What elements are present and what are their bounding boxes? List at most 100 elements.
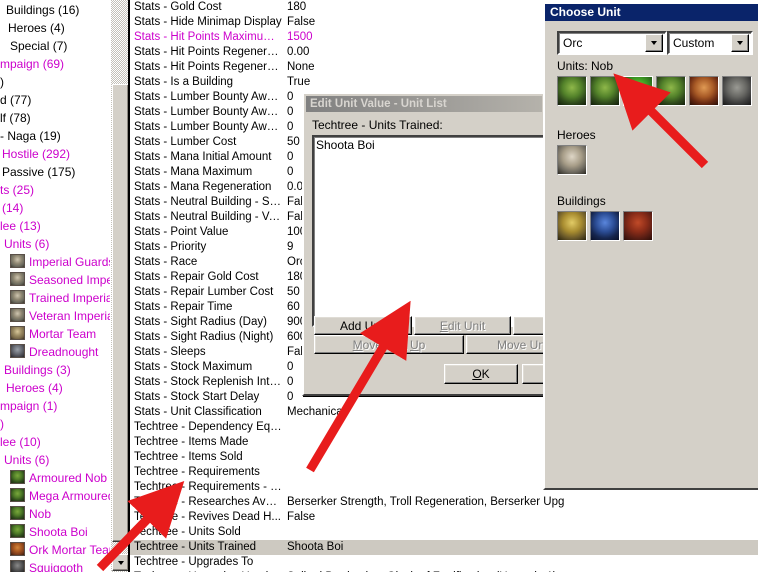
tree-item-mpaign-69[interactable]: mpaign (69) <box>0 54 112 72</box>
property-row[interactable]: Techtree - Units Trained Shoota Boi <box>130 540 758 555</box>
tree-item-lf-78[interactable]: lf (78) <box>0 108 112 126</box>
tree-item-imperial-guardsmen[interactable]: Imperial Guardsmen <box>0 252 112 270</box>
property-name: Stats - Race <box>134 256 198 268</box>
unit-portrait-orkmortar-icon <box>10 542 25 556</box>
property-name: Stats - Mana Initial Amount <box>134 151 272 163</box>
tree-item-hostile-292[interactable]: Hostile (292) <box>0 144 112 162</box>
tree-item-mpaign-1[interactable]: mpaign (1) <box>0 396 112 414</box>
property-name: Stats - Neutral Building - Sho... <box>134 196 282 208</box>
property-name: Stats - Stock Start Delay <box>134 391 260 403</box>
units-trained-label: Techtree - Units Trained: <box>312 118 443 132</box>
mega-armoured-nob-icon <box>591 77 619 105</box>
property-name: Techtree - Requirements - L... <box>134 481 282 493</box>
tree-item-label: Veteran Imperial Gu <box>29 308 112 323</box>
tree-item-14[interactable]: (14) <box>0 198 112 216</box>
ok-label: OK <box>472 367 490 381</box>
tree-item-ts-25[interactable]: ts (25) <box>0 180 112 198</box>
edit-unit-label: Edit Unit <box>439 318 486 333</box>
tree-item-passive-175[interactable]: Passive (175) <box>0 162 112 180</box>
tree-item-shoota-boi[interactable]: Shoota Boi <box>0 522 112 540</box>
tree-item-heroes-4[interactable]: Heroes (4) <box>0 18 112 36</box>
property-name: Stats - Hide Minimap Display <box>134 16 282 28</box>
property-name: Techtree - Items Sold <box>134 451 243 463</box>
edit-unit-value-titlebar: Edit Unit Value - Unit List <box>306 96 542 112</box>
tree-item-lee-13[interactable]: lee (13) <box>0 216 112 234</box>
unit-icon-ork-house[interactable] <box>623 211 653 241</box>
unit-portrait-squig-icon <box>10 560 25 572</box>
tree-item-label: Units (6) <box>4 452 50 467</box>
unit-icon-shoota-boi[interactable] <box>656 76 686 106</box>
property-row[interactable]: Techtree - Researches Avail... Berserker … <box>130 495 758 510</box>
property-name: Stats - Hit Points Maximum (... <box>134 31 282 43</box>
property-row[interactable]: Techtree - Revives Dead H... False <box>130 510 758 525</box>
unit-portrait-imperial-icon <box>10 308 25 322</box>
tree-item-buildings-16[interactable]: Buildings (16) <box>0 0 112 18</box>
unit-icon-ork-drop-zone[interactable] <box>557 211 587 241</box>
tree-item-label: Mortar Team <box>29 326 97 341</box>
tree-item-label: Imperial Guardsmen <box>29 254 112 269</box>
squiggoth-icon <box>723 77 751 105</box>
tree-item-nob[interactable]: Nob <box>0 504 112 522</box>
tree-item-buildings-3[interactable]: Buildings (3) <box>0 360 112 378</box>
tree-item-mega-armoured-no[interactable]: Mega Armoured No <box>0 486 112 504</box>
tree-item-squiggoth[interactable]: Squiggoth <box>0 558 112 572</box>
tree-item-armoured-nob[interactable]: Armoured Nob <box>0 468 112 486</box>
property-name: Stats - Lumber Bounty Awar... <box>134 106 282 118</box>
property-name: Techtree - Revives Dead H... <box>134 511 282 523</box>
property-name: Stats - Unit Classification <box>134 406 262 418</box>
ork-hero-icon <box>558 146 586 174</box>
move-unit-up-button[interactable]: Move Unit Up <box>314 335 464 354</box>
unit-icon-squiggoth[interactable] <box>722 76 752 106</box>
property-row[interactable]: Techtree - Upgrades To <box>130 555 758 570</box>
property-name: Stats - Hit Points Regenerati... <box>134 46 282 58</box>
property-name: Stats - Hit Points Regenerati... <box>134 61 282 73</box>
tree-item-seasoned-imperial[interactable]: Seasoned Imperial <box>0 270 112 288</box>
property-value: Berserker Strength, Troll Regeneration, … <box>287 496 565 508</box>
nob-icon <box>624 77 652 105</box>
property-name: Stats - Sight Radius (Night) <box>134 331 274 343</box>
chevron-down-icon[interactable] <box>731 34 749 52</box>
tree-item-units-6[interactable]: Units (6) <box>0 450 112 468</box>
choose-unit-dialog[interactable]: Choose Unit Orc Custom Units: Nob Heroes… <box>543 2 758 490</box>
tree-item-veteran-imperial-gu[interactable]: Veteran Imperial Gu <box>0 306 112 324</box>
property-name: Stats - Lumber Bounty Awar... <box>134 91 282 103</box>
tree-item-units-6[interactable]: Units (6) <box>0 234 112 252</box>
tree-item-[interactable]: ) <box>0 72 112 90</box>
tree-item-label: Armoured Nob <box>29 470 108 485</box>
unit-icon-mega-armoured-nob[interactable] <box>590 76 620 106</box>
property-name: Stats - Gold Cost <box>134 1 222 13</box>
tree-item-label: mpaign (69) <box>0 56 65 71</box>
ok-button[interactable]: OK <box>444 364 518 384</box>
tree-item-special-7[interactable]: Special (7) <box>0 36 112 54</box>
tree-item-label: Hostile (292) <box>2 146 71 161</box>
object-tree-panel[interactable]: Buildings (16) Heroes (4) Special (7) mpaig… <box>0 0 112 572</box>
tree-vertical-scrollbar[interactable] <box>110 0 129 572</box>
tree-item-ork-mortar-team[interactable]: Ork Mortar Team <box>0 540 112 558</box>
property-row[interactable]: Techtree - Units Sold <box>130 525 758 540</box>
property-name: Stats - Stock Maximum <box>134 361 253 373</box>
type-select[interactable]: Custom <box>667 31 753 55</box>
chevron-down-icon[interactable] <box>645 34 663 52</box>
race-select[interactable]: Orc <box>557 31 667 55</box>
unit-icon-nob[interactable] <box>623 76 653 106</box>
tree-item-d-77[interactable]: d (77) <box>0 90 112 108</box>
edit-unit-value-dialog[interactable]: Edit Unit Value - Unit List Techtree - U… <box>302 92 616 396</box>
tree-scroll-down-button[interactable] <box>112 554 129 571</box>
tree-item-mortar-team[interactable]: Mortar Team <box>0 324 112 342</box>
tree-item-trained-imperial-gu[interactable]: Trained Imperial Gu <box>0 288 112 306</box>
edit-unit-button[interactable]: Edit Unit <box>414 316 511 335</box>
tree-item-heroes-4[interactable]: Heroes (4) <box>0 378 112 396</box>
tree-item-dreadnought[interactable]: Dreadnought <box>0 342 112 360</box>
add-unit-button[interactable]: Add Unit <box>314 316 412 335</box>
unit-portrait-ork-icon <box>10 506 25 520</box>
unit-icon-ork-hero[interactable] <box>557 145 587 175</box>
unit-icon-guard-tower[interactable] <box>590 211 620 241</box>
tree-item-[interactable]: ) <box>0 414 112 432</box>
chevron-down-glyph <box>737 41 743 45</box>
unit-icon-armoured-nob[interactable] <box>557 76 587 106</box>
tree-scrollbar-thumb[interactable] <box>112 84 129 542</box>
tree-item-label: Special (7) <box>10 38 68 53</box>
tree-item-lee-10[interactable]: lee (10) <box>0 432 112 450</box>
unit-icon-ork-mortar-team[interactable] <box>689 76 719 106</box>
tree-item-naga-19[interactable]: - Naga (19) <box>0 126 112 144</box>
